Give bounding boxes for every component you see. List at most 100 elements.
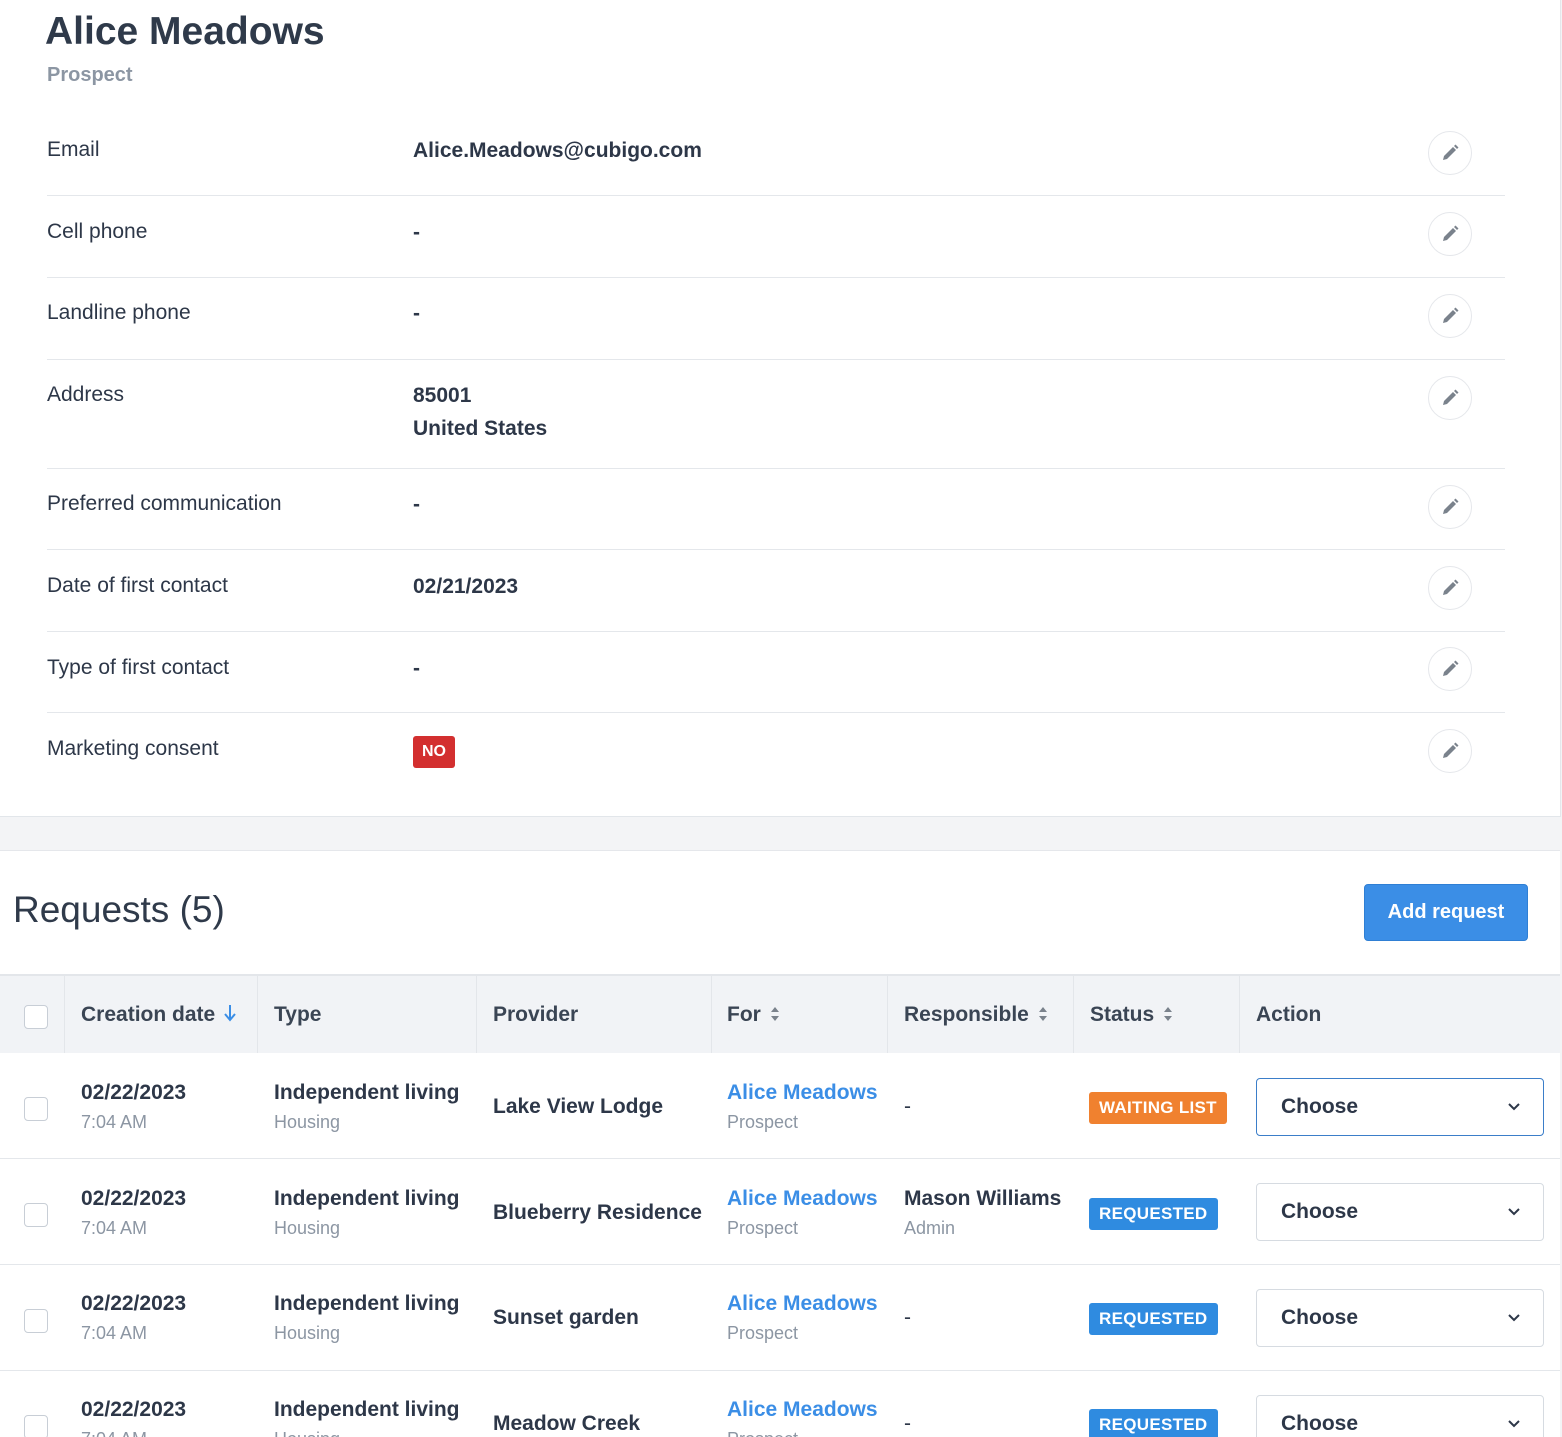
column-type: Type (274, 1003, 322, 1026)
row-checkbox[interactable] (24, 1203, 48, 1227)
edit-preferred-communication-button[interactable] (1428, 485, 1472, 529)
profile-card: Alice Meadows Prospect Email Alice.Meado… (0, 0, 1561, 817)
sort-descending-icon (224, 1005, 236, 1022)
info-label: Landline phone (47, 301, 191, 324)
edit-email-button[interactable] (1428, 131, 1472, 175)
info-row-email: Email Alice.Meadows@cubigo.com (47, 114, 1505, 196)
info-row-type-first-contact: Type of first contact - (47, 631, 1505, 713)
for-contact-link[interactable]: Alice Meadows (727, 1187, 878, 1211)
request-category: Housing (274, 1323, 341, 1343)
pencil-icon (1443, 144, 1459, 160)
column-for[interactable]: For (727, 976, 780, 1054)
info-row-landline-phone: Landline phone - (47, 277, 1505, 360)
responsible-name: - (904, 1412, 911, 1435)
edit-address-button[interactable] (1428, 376, 1472, 420)
table-row: 02/22/2023 7:04 AM Independent living Ho… (0, 1371, 1560, 1437)
page-title: Alice Meadows (45, 10, 325, 53)
pencil-icon (1443, 579, 1459, 595)
request-type: Independent living (274, 1292, 460, 1315)
responsible-name: - (904, 1095, 911, 1118)
sort-icon (770, 1007, 779, 1021)
add-request-button[interactable]: Add request (1364, 884, 1528, 941)
sort-icon (1038, 1007, 1047, 1021)
column-status[interactable]: Status (1090, 976, 1173, 1054)
pencil-icon (1443, 225, 1459, 241)
for-contact-link[interactable]: Alice Meadows (727, 1081, 878, 1105)
pencil-icon (1443, 307, 1459, 323)
pencil-icon (1443, 660, 1459, 676)
creation-date: 02/22/2023 (81, 1081, 187, 1104)
action-select[interactable]: Choose (1256, 1395, 1544, 1437)
provider-name: Lake View Lodge (493, 1095, 663, 1118)
info-label: Marketing consent (47, 737, 219, 760)
info-label: Type of first contact (47, 656, 230, 679)
edit-type-first-contact-button[interactable] (1428, 647, 1472, 691)
provider-name: Meadow Creek (493, 1412, 641, 1435)
column-provider: Provider (493, 1003, 579, 1026)
request-type: Independent living (274, 1081, 460, 1104)
contact-role: Prospect (47, 64, 133, 86)
requests-title: Requests (5) (13, 889, 225, 930)
provider-name: Blueberry Residence (493, 1201, 702, 1224)
info-value: - (413, 657, 420, 680)
row-checkbox[interactable] (24, 1097, 48, 1121)
table-row: 02/22/2023 7:04 AM Independent living Ho… (0, 1053, 1560, 1159)
creation-date: 02/22/2023 (81, 1187, 187, 1210)
status-badge: REQUESTED (1089, 1303, 1218, 1335)
select-all-checkbox[interactable] (24, 1005, 48, 1029)
for-contact-link[interactable]: Alice Meadows (727, 1398, 878, 1422)
marketing-consent-value: NO (413, 733, 455, 768)
edit-date-first-contact-button[interactable] (1428, 566, 1472, 610)
row-checkbox[interactable] (24, 1309, 48, 1333)
action-select[interactable]: Choose (1256, 1078, 1544, 1136)
info-value: 02/21/2023 (413, 575, 519, 598)
creation-time: 7:04 AM (81, 1218, 148, 1238)
requests-card: Requests (5) Add request Creation date T… (0, 850, 1560, 1437)
table-row: 02/22/2023 7:04 AM Independent living Ho… (0, 1159, 1560, 1265)
request-category: Housing (274, 1218, 341, 1238)
request-type: Independent living (274, 1187, 460, 1210)
pencil-icon (1443, 742, 1459, 758)
address-postal-code: 85001 (413, 384, 472, 407)
column-responsible[interactable]: Responsible (904, 976, 1048, 1054)
table-row: 02/22/2023 7:04 AM Independent living Ho… (0, 1265, 1560, 1371)
status-badge: REQUESTED (1089, 1198, 1218, 1230)
responsible-role: Admin (904, 1218, 956, 1238)
status-badge: WAITING LIST (1089, 1092, 1227, 1124)
for-contact-role: Prospect (727, 1112, 799, 1132)
chevron-down-icon (1508, 1103, 1520, 1111)
pencil-icon (1443, 498, 1459, 514)
marketing-consent-badge: NO (413, 736, 455, 768)
action-select[interactable]: Choose (1256, 1183, 1544, 1241)
info-label: Preferred communication (47, 492, 282, 515)
chevron-down-icon (1508, 1314, 1520, 1322)
responsible-name: - (904, 1306, 911, 1329)
edit-marketing-consent-button[interactable] (1428, 729, 1472, 773)
info-value: - (413, 221, 420, 244)
info-row-date-first-contact: Date of first contact 02/21/2023 (47, 549, 1505, 632)
request-category: Housing (274, 1112, 341, 1132)
edit-cell-phone-button[interactable] (1428, 212, 1472, 256)
info-row-marketing-consent: Marketing consent NO (47, 712, 1505, 792)
info-row-address: Address 85001 United States (47, 359, 1505, 469)
edit-landline-phone-button[interactable] (1428, 294, 1472, 338)
info-label: Cell phone (47, 220, 148, 243)
column-creation-date[interactable]: Creation date (81, 976, 237, 1054)
info-row-cell-phone: Cell phone - (47, 195, 1505, 278)
creation-date: 02/22/2023 (81, 1398, 187, 1421)
for-contact-link[interactable]: Alice Meadows (727, 1292, 878, 1316)
responsible-name: Mason Williams (904, 1187, 1062, 1210)
chevron-down-icon (1508, 1208, 1520, 1216)
row-checkbox[interactable] (24, 1415, 48, 1437)
info-value: Alice.Meadows@cubigo.com (413, 139, 702, 162)
creation-date: 02/22/2023 (81, 1292, 187, 1315)
chevron-down-icon (1508, 1420, 1520, 1428)
request-type: Independent living (274, 1398, 460, 1421)
address-country: United States (413, 417, 548, 440)
info-label: Email (47, 138, 100, 161)
creation-time: 7:04 AM (81, 1112, 148, 1132)
for-contact-role: Prospect (727, 1218, 799, 1238)
for-contact-role: Prospect (727, 1323, 799, 1343)
sort-icon (1164, 1007, 1173, 1021)
action-select[interactable]: Choose (1256, 1289, 1544, 1347)
